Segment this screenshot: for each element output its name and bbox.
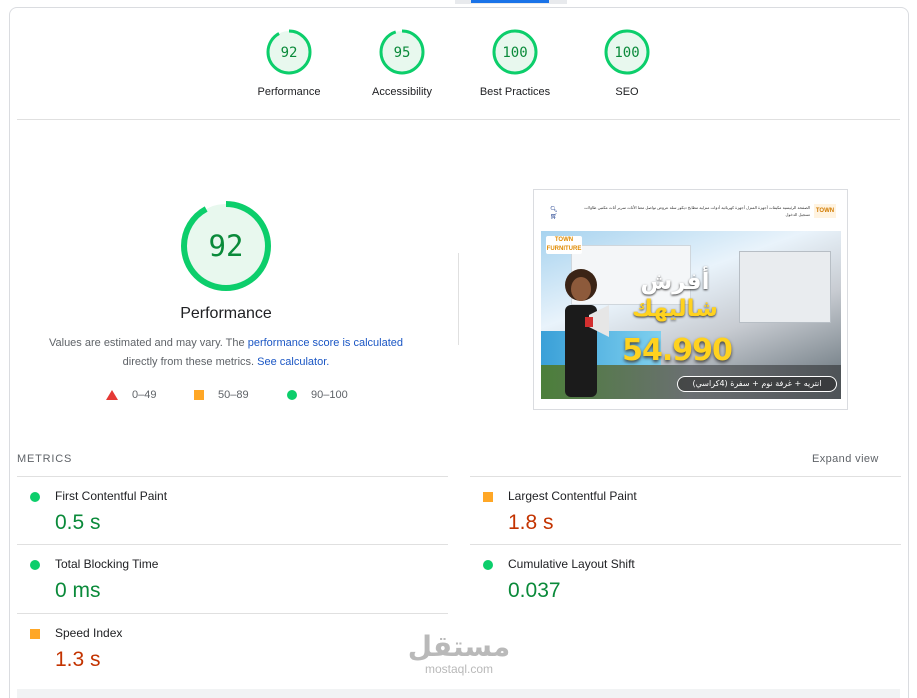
nav-links: الصفحة الرئيسية مكيفات أجهزة المنزل أجهز…: [584, 205, 810, 217]
active-tab-bar: [471, 0, 549, 3]
metric-value: 0.037: [508, 579, 561, 602]
metric-first-contentful-paint[interactable]: First Contentful Paint 0.5 s: [17, 476, 448, 545]
average-square-icon: [483, 492, 493, 502]
performance-title: Performance: [180, 305, 272, 322]
hero-banner: TOWN FURNITURE أفرش شاليهك 54.990 انتريه…: [541, 231, 841, 399]
legend-label: 90–100: [311, 389, 348, 401]
gauge-label: Accessibility: [372, 86, 432, 98]
legend-average: 50–89: [194, 389, 249, 401]
desc-text: Values are estimated and may vary. The: [48, 337, 248, 349]
circle-icon: [287, 390, 297, 400]
banner-offer-pill: انتريه + غرفة نوم + سفرة (4كراسي): [677, 376, 837, 392]
score-value: 92: [281, 45, 298, 61]
footer-bar: [17, 689, 900, 698]
gauge-seo[interactable]: 100 SEO: [572, 28, 682, 98]
expand-view-button[interactable]: Expand view: [812, 453, 879, 465]
legend-pass: 90–100: [287, 389, 348, 401]
score-ring: 100: [492, 29, 538, 75]
cart-icon: 🔍︎🛒︎: [550, 207, 558, 220]
page-screenshot[interactable]: 🔍︎🛒︎ الصفحة الرئيسية مكيفات أجهزة المنزل…: [533, 189, 848, 410]
section-divider: [17, 119, 900, 120]
tab-indicator: [455, 0, 567, 4]
score-value: 100: [502, 45, 527, 61]
legend-fail: 0–49: [106, 389, 156, 401]
site-nav: 🔍︎🛒︎ الصفحة الرئيسية مكيفات أجهزة المنزل…: [546, 200, 836, 226]
metric-name: Largest Contentful Paint: [508, 489, 637, 503]
watermark: مستقل mostaql.com: [403, 630, 515, 677]
performance-score: 92: [209, 229, 244, 263]
performance-gauge: 92: [181, 201, 271, 291]
metrics-heading: METRICS: [17, 453, 73, 465]
banner-price: 54.990: [622, 333, 733, 368]
metric-name: First Contentful Paint: [55, 489, 168, 503]
metric-name: Cumulative Layout Shift: [508, 557, 635, 571]
watermark-latin: mostaql.com: [424, 662, 494, 676]
gauge-label: SEO: [615, 86, 639, 98]
average-square-icon: [30, 629, 40, 639]
person-with-megaphone-image: [565, 269, 609, 397]
metric-value: 0.5 s: [55, 511, 101, 534]
truck-image: [739, 251, 831, 323]
pass-circle-icon: [483, 560, 493, 570]
gauge-label: Best Practices: [479, 86, 551, 98]
headline-line-1: أفرش: [640, 269, 710, 295]
metric-value: 0 ms: [55, 579, 101, 602]
gauge-label: Performance: [257, 86, 321, 98]
legend-label: 0–49: [132, 389, 157, 401]
desc-text: directly from these metrics.: [122, 356, 258, 368]
score-ring: 100: [604, 29, 650, 75]
metric-value: 1.8 s: [508, 511, 554, 534]
pass-circle-icon: [30, 560, 40, 570]
metric-name: Total Blocking Time: [55, 557, 159, 571]
score-calculated-link[interactable]: performance score is calculated: [248, 337, 403, 349]
metric-largest-contentful-paint[interactable]: Largest Contentful Paint 1.8 s: [470, 476, 901, 545]
site-logo: TOWN: [814, 204, 836, 218]
metric-cumulative-layout-shift[interactable]: Cumulative Layout Shift 0.037: [470, 544, 901, 613]
score-value: 100: [614, 45, 639, 61]
legend-label: 50–89: [218, 389, 249, 401]
banner-logo: TOWN FURNITURE: [546, 236, 582, 254]
vertical-divider: [458, 253, 459, 345]
score-ring: 92: [266, 29, 312, 75]
score-ring: 95: [379, 29, 425, 75]
metric-total-blocking-time[interactable]: Total Blocking Time 0 ms: [17, 544, 448, 613]
see-calculator-link[interactable]: See calculator.: [257, 356, 329, 368]
metric-speed-index[interactable]: Speed Index 1.3 s: [17, 613, 448, 682]
pass-circle-icon: [30, 492, 40, 502]
gauge-best-practices[interactable]: 100 Best Practices: [460, 28, 570, 98]
category-gauges: 92 Performance 95 Accessibility 100 Best…: [240, 28, 670, 108]
metric-name: Speed Index: [55, 626, 123, 640]
watermark-arabic: مستقل: [407, 630, 511, 663]
gauge-accessibility[interactable]: 95 Accessibility: [347, 28, 457, 98]
gauge-performance[interactable]: 92 Performance: [234, 28, 344, 98]
headline-line-2: شاليهك: [632, 296, 718, 322]
square-icon: [194, 390, 204, 400]
metric-value: 1.3 s: [55, 648, 101, 671]
banner-headline: أفرش شاليهك: [625, 269, 725, 323]
performance-description: Values are estimated and may vary. The p…: [30, 334, 422, 372]
score-value: 95: [394, 45, 411, 61]
triangle-icon: [106, 390, 118, 400]
